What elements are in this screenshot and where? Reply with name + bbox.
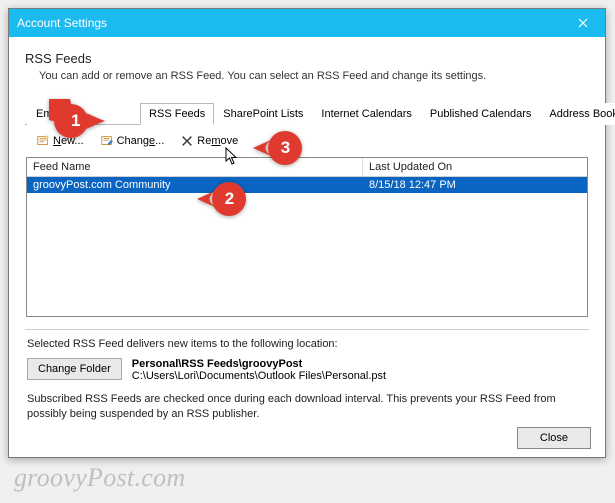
window-title: Account Settings — [17, 16, 561, 30]
change-folder-button[interactable]: Change Folder — [27, 358, 122, 380]
new-feed-icon — [36, 134, 50, 148]
page-subtext: You can add or remove an RSS Feed. You c… — [39, 70, 589, 82]
tab-published-calendars[interactable]: Published Calendars — [421, 103, 541, 125]
close-button[interactable]: Close — [517, 427, 591, 449]
watermark: groovyPost.com — [14, 463, 185, 493]
feed-table: Feed Name Last Updated On groovyPost.com… — [26, 157, 588, 317]
remove-icon — [180, 134, 194, 148]
tab-rss-feeds[interactable]: RSS Feeds — [140, 103, 214, 125]
tab-email[interactable]: Email — [27, 103, 73, 125]
folder-row: Change Folder Personal\RSS Feeds\groovyP… — [27, 358, 587, 382]
titlebar: Account Settings — [9, 9, 605, 37]
window-close-button[interactable] — [561, 9, 605, 37]
content-area: RSS Feeds You can add or remove an RSS F… — [9, 37, 605, 442]
cell-feed-name: groovyPost.com Community — [27, 177, 363, 193]
account-settings-window: Account Settings RSS Feeds You can add o… — [8, 8, 606, 458]
change-feed-icon — [100, 134, 114, 148]
divider — [25, 329, 589, 330]
column-last-updated[interactable]: Last Updated On — [363, 158, 587, 176]
folder-file-path: C:\Users\Lori\Documents\Outlook Files\Pe… — [132, 370, 386, 382]
column-feed-name[interactable]: Feed Name — [27, 158, 363, 176]
toolbar: New... Change... Remove — [25, 125, 589, 157]
table-header: Feed Name Last Updated On — [27, 158, 587, 177]
table-row[interactable]: groovyPost.com Community 8/15/18 12:47 P… — [27, 177, 587, 193]
subscription-note: Subscribed RSS Feeds are checked once du… — [27, 392, 587, 422]
dialog-footer: Close — [517, 427, 591, 449]
tab-address-books[interactable]: Address Books — [540, 103, 615, 125]
folder-info: Personal\RSS Feeds\groovyPost C:\Users\L… — [132, 358, 386, 382]
remove-button[interactable]: Remove — [173, 131, 245, 151]
cell-last-updated: 8/15/18 12:47 PM — [363, 177, 587, 193]
new-button[interactable]: New... — [29, 131, 91, 151]
tab-strip: Email Data Files RSS Feeds SharePoint Li… — [25, 102, 589, 125]
close-icon — [578, 18, 588, 28]
tab-sharepoint-lists[interactable]: SharePoint Lists — [214, 103, 312, 125]
folder-display-path: Personal\RSS Feeds\groovyPost — [132, 358, 386, 370]
page-heading: RSS Feeds — [25, 51, 589, 66]
selected-feed-text: Selected RSS Feed delivers new items to … — [27, 338, 587, 350]
change-button[interactable]: Change... — [93, 131, 172, 151]
tab-internet-calendars[interactable]: Internet Calendars — [312, 103, 421, 125]
